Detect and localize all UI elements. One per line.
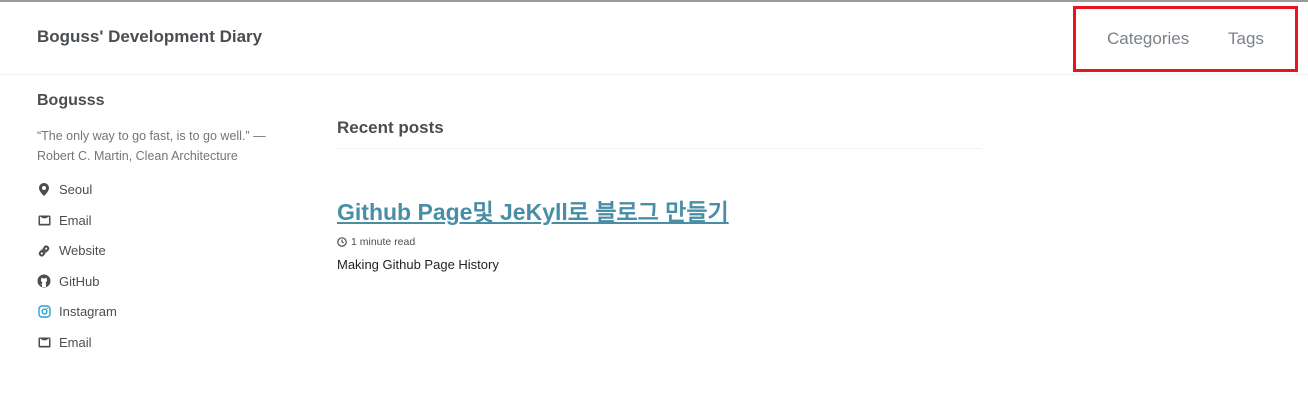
author-github-label[interactable]: GitHub <box>59 274 99 289</box>
masthead: Boguss' Development Diary Categories Tag… <box>0 2 1308 75</box>
clock-icon <box>337 237 347 247</box>
envelope-icon <box>37 335 51 349</box>
map-marker-icon <box>37 183 51 197</box>
author-link-location: Seoul <box>37 177 297 202</box>
author-link-website[interactable]: Website <box>37 236 297 267</box>
author-name: Bogusss <box>37 92 105 109</box>
recent-posts-heading: Recent posts <box>337 118 982 149</box>
envelope-icon <box>37 213 51 227</box>
author-link-instagram[interactable]: Instagram <box>37 297 297 328</box>
post-item: Github Page및 JeKyll로 블로그 만들기 1 minute re… <box>337 149 982 272</box>
link-icon <box>37 244 51 258</box>
author-link-email-2[interactable]: Email <box>37 327 297 358</box>
main-content: Recent posts Github Page및 JeKyll로 블로그 만들… <box>337 108 982 272</box>
author-links: Seoul Email Website GitHub Instagram Ema… <box>37 177 297 358</box>
instagram-icon <box>37 305 51 319</box>
author-sidebar: Bogusss “The only way to go fast, is to … <box>37 92 297 358</box>
post-excerpt: Making Github Page History <box>337 257 499 272</box>
author-location-label: Seoul <box>59 182 93 197</box>
nav-link-categories[interactable]: Categories <box>1107 29 1189 49</box>
post-read-time: 1 minute read <box>351 236 416 248</box>
author-instagram-label[interactable]: Instagram <box>59 304 117 319</box>
author-link-email[interactable]: Email <box>37 205 297 236</box>
author-website-label[interactable]: Website <box>59 243 106 258</box>
github-icon <box>37 274 51 288</box>
site-title-link[interactable]: Boguss' Development Diary <box>37 27 262 47</box>
author-email-label[interactable]: Email <box>59 213 92 228</box>
author-bio: “The only way to go fast, is to go well.… <box>37 129 266 163</box>
post-meta: 1 minute read <box>337 236 982 248</box>
author-email-2-label[interactable]: Email <box>59 335 92 350</box>
post-title-link[interactable]: Github Page및 JeKyll로 블로그 만들기 <box>337 193 729 227</box>
author-link-github[interactable]: GitHub <box>37 266 297 297</box>
nav-link-tags[interactable]: Tags <box>1228 29 1264 49</box>
